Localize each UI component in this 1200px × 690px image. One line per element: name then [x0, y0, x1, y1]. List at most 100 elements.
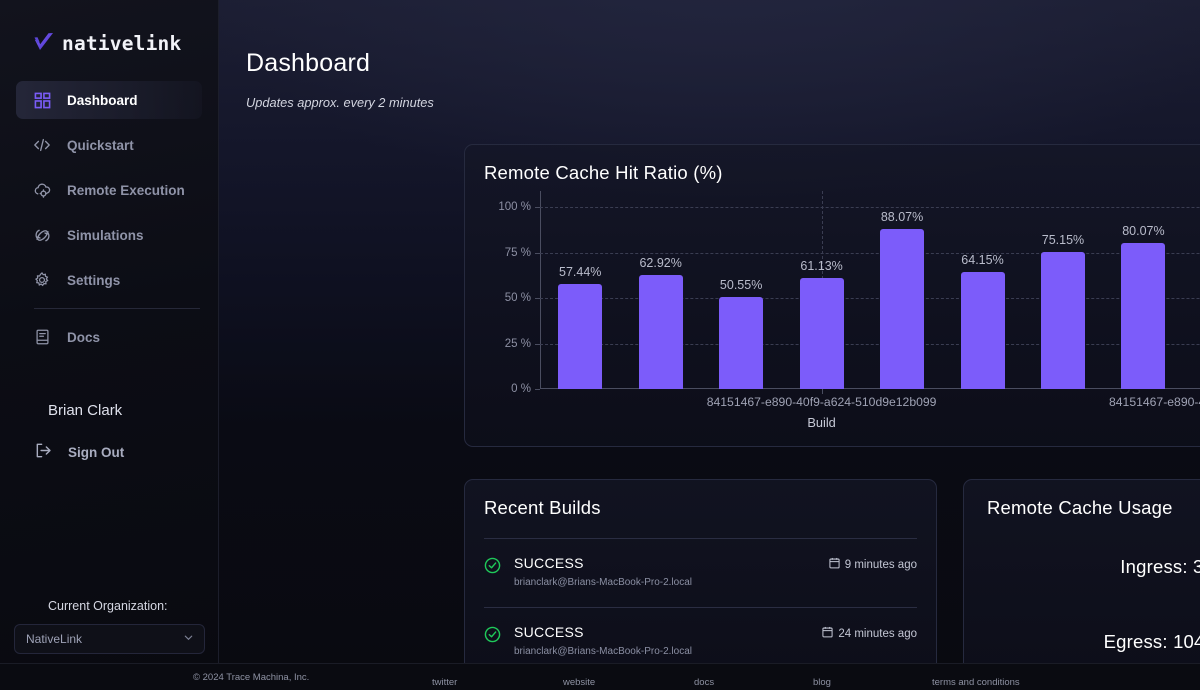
- sidebar-nav: Dashboard Quickstart Remote Execution Si…: [0, 81, 218, 356]
- chart-bar-value-label: 75.15%: [1041, 233, 1085, 248]
- sidebar-item-label: Dashboard: [67, 92, 138, 108]
- sidebar-item-settings[interactable]: Settings: [16, 261, 202, 299]
- cloud-cog-icon: [32, 180, 52, 200]
- organization-value: NativeLink: [26, 632, 83, 646]
- cache-egress-value: Egress: 104.5 GB / 1 TB: [1103, 631, 1200, 652]
- build-row[interactable]: SUCCESS brianclark@Brians-MacBook-Pro-2.l…: [465, 539, 936, 588]
- sidebar-item-label: Quickstart: [67, 137, 134, 153]
- x-axis-title: Build: [807, 415, 836, 430]
- grid-icon: [32, 90, 52, 110]
- update-frequency-note: Updates approx. every 2 minutes: [246, 95, 434, 110]
- chart-bar[interactable]: 61.13%: [799, 259, 844, 389]
- footer-link-twitter[interactable]: twitter: [432, 677, 457, 688]
- bar-chart-plot: 0 % 25 % 50 % 75 % 100 % 84151467-e890-40f9-a…: [498, 191, 1200, 409]
- y-axis-tick-label: 50 %: [504, 292, 531, 304]
- gridline-horizontal: [540, 252, 1200, 254]
- y-axis-tick-label: 75 %: [504, 246, 531, 259]
- remote-cache-usage-card: Remote Cache Usage Ingress: 32.9 GB / ∞ …: [963, 479, 1200, 690]
- organization-block: Current Organization: NativeLink: [0, 599, 219, 654]
- chart-bar[interactable]: 50.55%: [719, 278, 764, 389]
- page-footer: © 2024 Trace Machina, Inc. twitter websit…: [0, 663, 1200, 690]
- x-axis-tick: [821, 389, 823, 394]
- main-content: Dashboard Updates approx. every 2 minute…: [219, 0, 1200, 690]
- footer-link-blog[interactable]: blog: [813, 677, 831, 688]
- chart-bar[interactable]: 62.92%: [638, 256, 683, 389]
- chart-bar-value-label: 80.07%: [1122, 224, 1165, 239]
- build-row[interactable]: SUCCESS brianclark@Brians-MacBook-Pro-2.l…: [465, 608, 936, 657]
- code-icon: [32, 135, 52, 155]
- y-axis-tick: [535, 252, 540, 254]
- sidebar-item-label: Simulations: [67, 227, 144, 243]
- sidebar-item-remote-execution[interactable]: Remote Execution: [16, 171, 202, 209]
- footer-link-website[interactable]: website: [563, 677, 595, 688]
- chart-bar[interactable]: 64.15%: [960, 253, 1005, 389]
- sidebar-item-label: Settings: [67, 272, 121, 288]
- atom-icon: [32, 225, 52, 245]
- sign-out-button[interactable]: Sign Out: [34, 441, 218, 463]
- build-timestamp: 24 minutes ago: [822, 626, 917, 641]
- book-icon: [32, 327, 52, 347]
- chart-bar-value-label: 57.44%: [559, 265, 602, 280]
- chart-title: Remote Cache Hit Ratio (%): [484, 162, 723, 183]
- copyright-text: © 2024 Trace Machina, Inc.: [193, 671, 310, 683]
- calendar-icon: [829, 557, 840, 572]
- sidebar-divider: [34, 308, 200, 309]
- y-axis-tick-label: 0 %: [511, 383, 531, 395]
- nativelink-logo-icon: [33, 31, 55, 55]
- chart-bar-value-label: 64.15%: [961, 253, 1004, 268]
- build-status: SUCCESS: [514, 555, 584, 571]
- gridline-horizontal: [540, 207, 1200, 208]
- chevron-down-icon: [183, 632, 194, 646]
- cache-hit-ratio-card: Remote Cache Hit Ratio (%) 0 % 25 % 50 % 75…: [464, 144, 1200, 447]
- user-name: Brian Clark: [48, 402, 123, 419]
- sidebar-item-label: Docs: [67, 329, 101, 345]
- y-axis-tick: [535, 343, 540, 345]
- chart-area: 0 % 25 % 50 % 75 % 100 % 84151467-e890-40f9-a…: [465, 191, 1200, 443]
- sidebar-item-dashboard[interactable]: Dashboard: [16, 81, 202, 119]
- chart-bar-value-label: 61.13%: [800, 258, 843, 273]
- organization-label: Current Organization:: [48, 599, 168, 613]
- organization-select[interactable]: NativeLink: [14, 624, 205, 654]
- build-status: SUCCESS: [514, 624, 584, 640]
- success-check-icon: [484, 557, 501, 574]
- brand-name: nativelink: [62, 31, 182, 55]
- dashboard-app: nativelink Dashboard Quickstart Remote E…: [0, 0, 1200, 690]
- sidebar-item-docs[interactable]: Docs: [16, 318, 202, 356]
- success-check-icon: [484, 626, 501, 643]
- brand-logo[interactable]: nativelink: [0, 0, 218, 55]
- chart-bar-value-label: 62.92%: [639, 255, 682, 270]
- y-axis-tick-label: 100 %: [498, 201, 531, 213]
- y-axis-tick: [535, 298, 540, 299]
- build-host: brianclark@Brians-MacBook-Pro-2.local: [514, 646, 692, 657]
- x-axis-tick-label: 84151467-e890-40f9-a624-510d9e12b099: [1108, 395, 1200, 409]
- chart-bar-value-label: 50.55%: [719, 278, 763, 292]
- sidebar-item-simulations[interactable]: Simulations: [16, 216, 202, 254]
- chart-bar[interactable]: 80.07%: [1121, 224, 1166, 389]
- sidebar-item-label: Remote Execution: [67, 182, 185, 198]
- user-block: Brian Clark Sign Out: [0, 402, 218, 463]
- gear-icon: [32, 270, 52, 290]
- sign-out-label: Sign Out: [68, 444, 125, 460]
- cache-usage-title: Remote Cache Usage: [987, 497, 1173, 518]
- cache-ingress-value: Ingress: 32.9 GB / ∞: [1120, 556, 1200, 577]
- y-axis-line: [540, 191, 541, 389]
- build-host: brianclark@Brians-MacBook-Pro-2.local: [514, 577, 692, 588]
- calendar-icon: [822, 626, 833, 641]
- chart-bar[interactable]: 88.07%: [880, 210, 925, 389]
- page-title: Dashboard: [246, 49, 371, 77]
- y-axis-tick: [535, 207, 540, 208]
- y-axis-tick: [535, 389, 540, 390]
- sidebar: nativelink Dashboard Quickstart Remote E…: [0, 0, 219, 690]
- chart-bar[interactable]: 57.44%: [558, 265, 603, 389]
- sidebar-item-quickstart[interactable]: Quickstart: [16, 126, 202, 164]
- footer-link-docs[interactable]: docs: [694, 677, 714, 688]
- x-axis-tick-label: 84151467-e890-40f9-a624-510d9e12b099: [706, 395, 937, 409]
- recent-builds-list: SUCCESS brianclark@Brians-MacBook-Pro-2.l…: [465, 538, 936, 657]
- chart-bar-value-label: 88.07%: [880, 209, 924, 224]
- recent-builds-title: Recent Builds: [484, 497, 601, 518]
- recent-builds-card: Recent Builds SUCCESS brianclark@Brians-M…: [464, 479, 937, 690]
- chart-bar[interactable]: 75.15%: [1040, 233, 1085, 389]
- footer-link-terms-and-conditions[interactable]: terms and conditions: [932, 677, 1020, 688]
- build-timestamp: 9 minutes ago: [829, 557, 917, 572]
- y-axis-tick-label: 25 %: [504, 337, 531, 350]
